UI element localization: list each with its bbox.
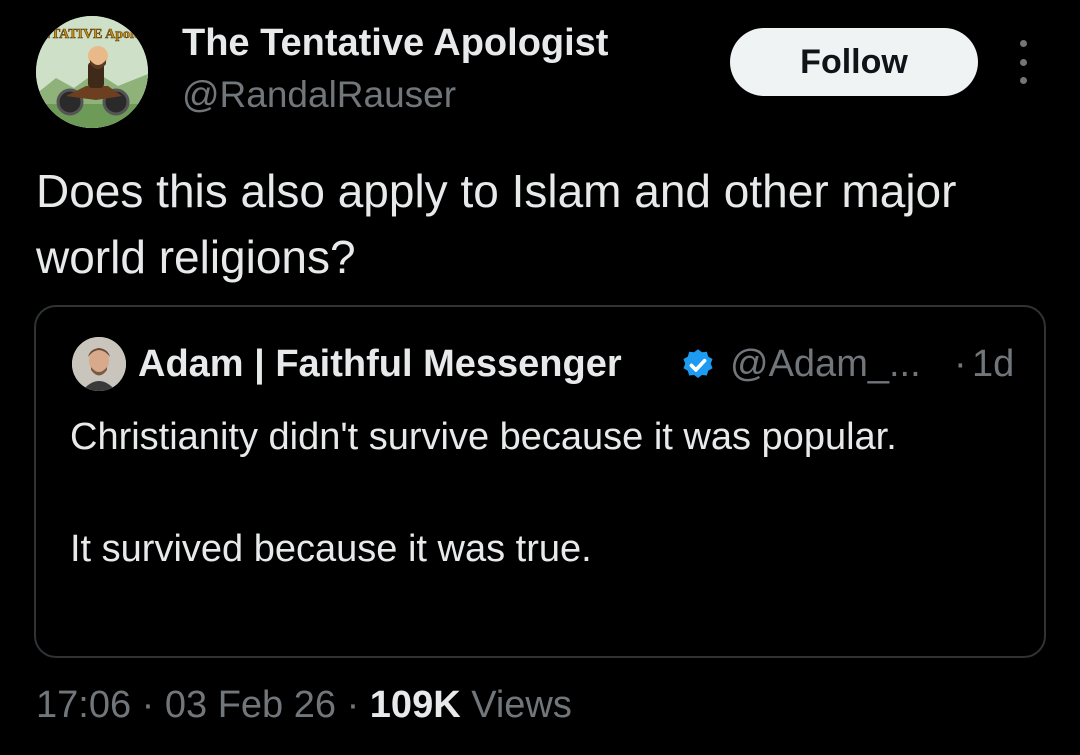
post-time[interactable]: 17:06 bbox=[36, 684, 131, 726]
quoted-tweet-text: Christianity didn't survive because it w… bbox=[70, 409, 1010, 577]
views-label: Views bbox=[460, 684, 572, 726]
quoted-display-name[interactable]: Adam | Faithful Messenger bbox=[138, 343, 622, 386]
author-handle[interactable]: @RandalRauser bbox=[182, 74, 456, 116]
svg-text:TENTATIVE Apologist: TENTATIVE Apologist bbox=[36, 27, 148, 42]
post-date[interactable]: 03 Feb 26 bbox=[165, 684, 336, 726]
verified-badge-icon bbox=[683, 349, 713, 379]
quoted-paragraph: It survived because it was true. bbox=[70, 528, 592, 570]
separator-dot: · bbox=[954, 343, 967, 385]
tweet-meta: 17:06 · 03 Feb 26 · 109K Views bbox=[36, 684, 572, 727]
more-options-icon[interactable] bbox=[1010, 40, 1036, 84]
views-count[interactable]: 109K bbox=[370, 684, 461, 726]
quoted-paragraph: Christianity didn't survive because it w… bbox=[70, 416, 897, 458]
more-dot bbox=[1019, 77, 1027, 84]
tentative-apologist-logo: TENTATIVE Apologist bbox=[36, 16, 148, 128]
tweet-text: Does this also apply to Islam and other … bbox=[36, 165, 957, 283]
quoted-tweet-card[interactable]: Adam | Faithful Messenger @Adam_... · 1d… bbox=[34, 305, 1046, 658]
quoted-handle[interactable]: @Adam_... bbox=[730, 343, 921, 386]
meta-separator: · bbox=[131, 684, 165, 726]
person-avatar-icon bbox=[72, 337, 126, 391]
more-dot bbox=[1019, 40, 1027, 47]
more-dot bbox=[1019, 58, 1027, 66]
meta-separator: · bbox=[336, 684, 370, 726]
quoted-timestamp[interactable]: 1d bbox=[972, 343, 1014, 386]
quoted-author-avatar[interactable] bbox=[72, 337, 126, 391]
follow-button[interactable]: Follow bbox=[730, 28, 978, 96]
author-avatar[interactable]: TENTATIVE Apologist bbox=[36, 16, 148, 128]
author-display-name[interactable]: The Tentative Apologist bbox=[182, 22, 608, 65]
